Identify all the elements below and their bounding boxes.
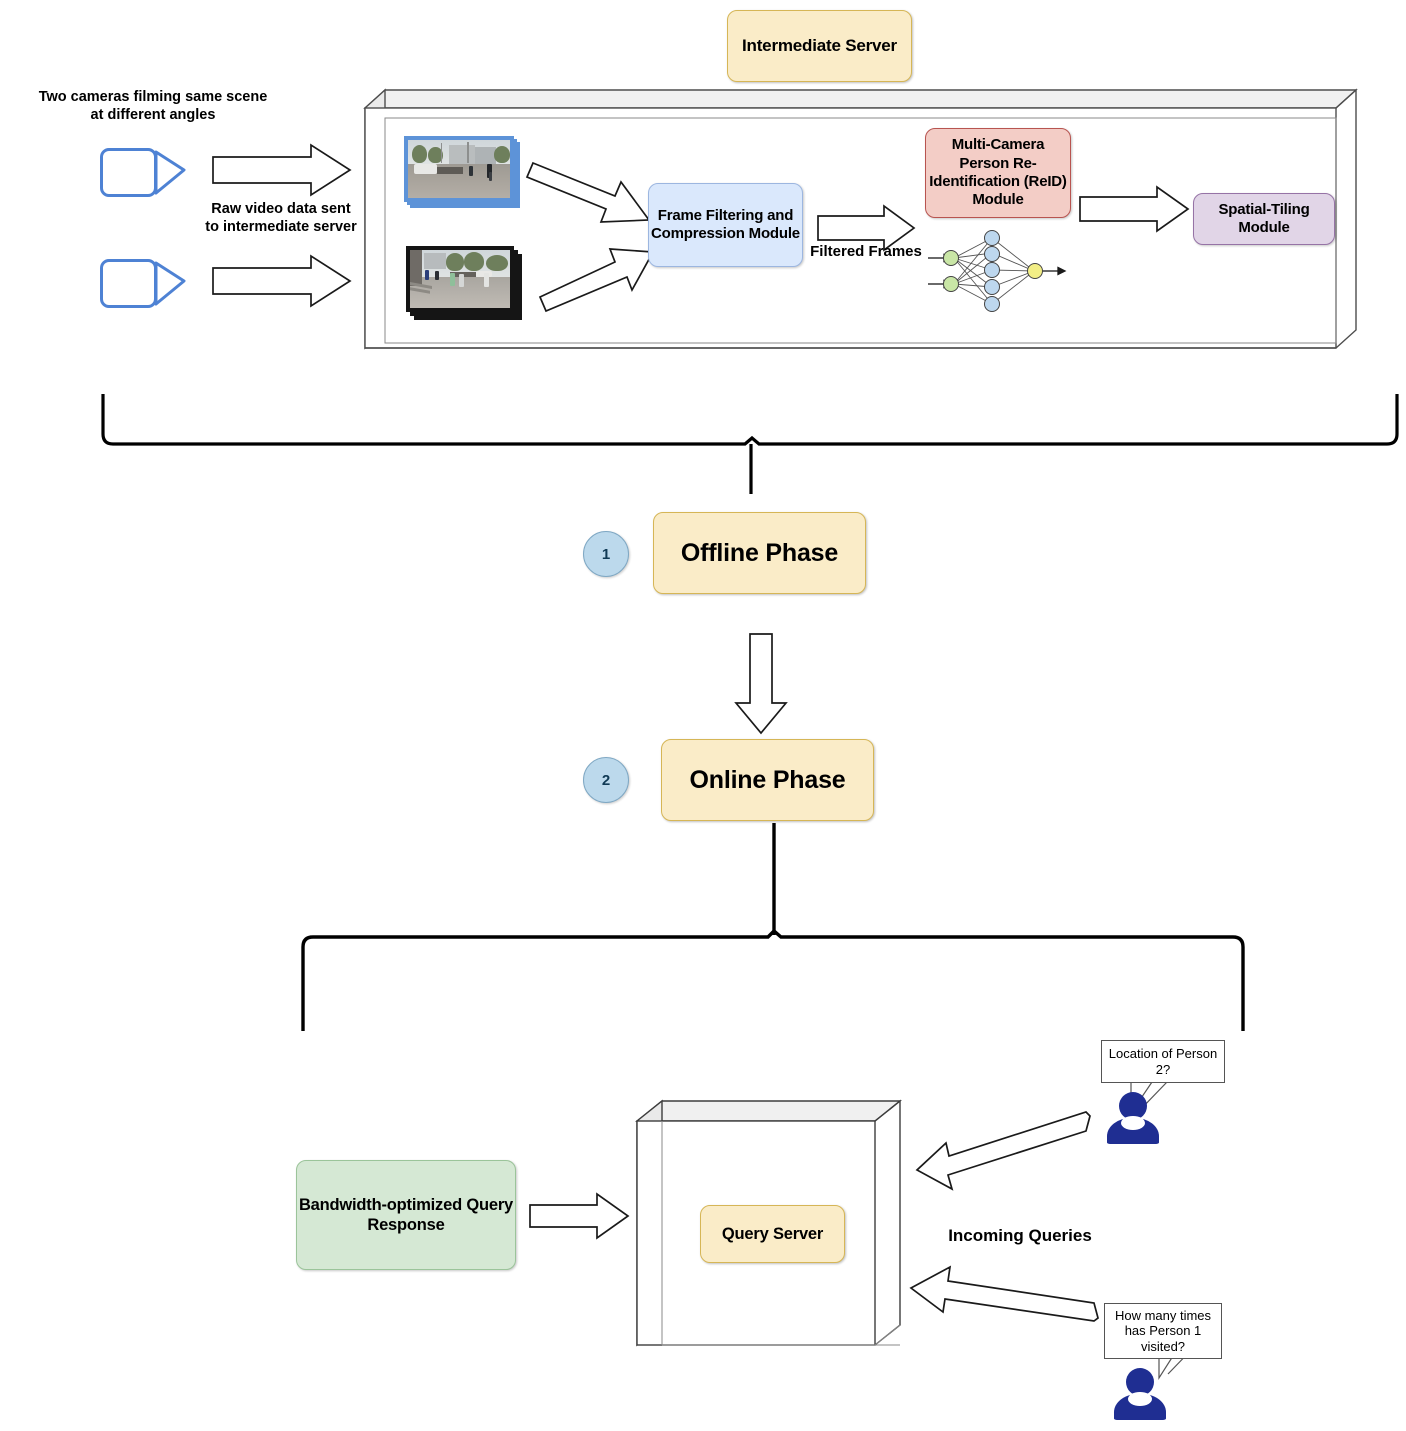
camera-lens-1	[154, 150, 186, 195]
raw-video-transfer-label: Raw video data sent to intermediate serv…	[205, 201, 357, 236]
arrow-photo2-to-filter	[538, 248, 655, 313]
arrow-query1-to-server	[915, 1111, 1091, 1191]
query-2-text: How many times has Person 1 visited?	[1114, 1307, 1212, 1354]
bandwidth-optimized-response-box[interactable]: Bandwidth-optimized Query Response	[296, 1160, 516, 1270]
arrow-camera2-to-server	[212, 254, 352, 308]
cameras-caption: Two cameras filming same scene at differ…	[38, 89, 268, 124]
bandwidth-optimized-response-label: Bandwidth-optimized Query Response	[298, 1195, 514, 1234]
module-reid[interactable]: Multi-Camera Person Re- Identification (…	[925, 128, 1071, 218]
bracket-online-to-query	[301, 823, 1245, 1031]
filtered-frames-label: Filtered Frames	[810, 243, 922, 260]
incoming-queries-label: Incoming Queries	[948, 1226, 1092, 1245]
neural-network-diagram	[928, 230, 1067, 312]
intermediate-server-title-label: Intermediate Server	[742, 35, 897, 55]
query-1-text: Location of Person 2?	[1108, 1045, 1218, 1077]
bracket-server-to-offline	[101, 394, 1399, 494]
offline-phase-label: Offline Phase	[680, 538, 839, 567]
camera-2-body	[100, 259, 157, 308]
online-phase-box[interactable]: Online Phase	[661, 739, 874, 821]
arrow-query2-to-server	[909, 1265, 1099, 1322]
online-phase-label: Online Phase	[689, 765, 846, 794]
arrow-photo1-to-filter	[525, 161, 651, 223]
module-reid-label: Multi-Camera Person Re- Identification (…	[929, 136, 1067, 209]
module-frame-filtering[interactable]: Frame Filtering and Compression Module	[648, 183, 803, 267]
query-1-bubble: Location of Person 2?	[1101, 1040, 1225, 1083]
query-1-user-icon	[1105, 1092, 1161, 1144]
camera2-frames-thumbnail	[406, 246, 524, 326]
offline-phase-box[interactable]: Offline Phase	[653, 512, 866, 594]
query-server-label: Query Server	[721, 1224, 824, 1243]
query-server-box[interactable]: Query Server	[700, 1205, 845, 1263]
arrow-response-to-server	[529, 1192, 630, 1240]
module-spatial-tiling[interactable]: Spatial-Tiling Module	[1193, 193, 1335, 245]
camera-lens-2	[154, 261, 186, 306]
query-2-user-icon	[1112, 1368, 1168, 1420]
phase-2-number: 2	[583, 757, 629, 803]
phase-2-number-label: 2	[601, 771, 611, 789]
module-spatial-tiling-label: Spatial-Tiling Module	[1218, 200, 1310, 236]
arrow-reid-to-spatial-tiling	[1079, 185, 1190, 233]
camera-1-body	[100, 148, 157, 197]
arrow-offline-to-online	[734, 633, 788, 735]
intermediate-server-title-box: Intermediate Server	[727, 10, 912, 82]
diagram-canvas: Intermediate Server Two cameras filming …	[0, 0, 1406, 1431]
query-2-bubble: How many times has Person 1 visited?	[1104, 1303, 1222, 1359]
phase-1-number: 1	[583, 531, 629, 577]
camera1-frames-thumbnail	[404, 136, 522, 212]
module-frame-filtering-label: Frame Filtering and Compression Module	[651, 206, 800, 242]
phase-1-number-label: 1	[601, 545, 611, 563]
arrow-camera1-to-server	[212, 143, 352, 197]
